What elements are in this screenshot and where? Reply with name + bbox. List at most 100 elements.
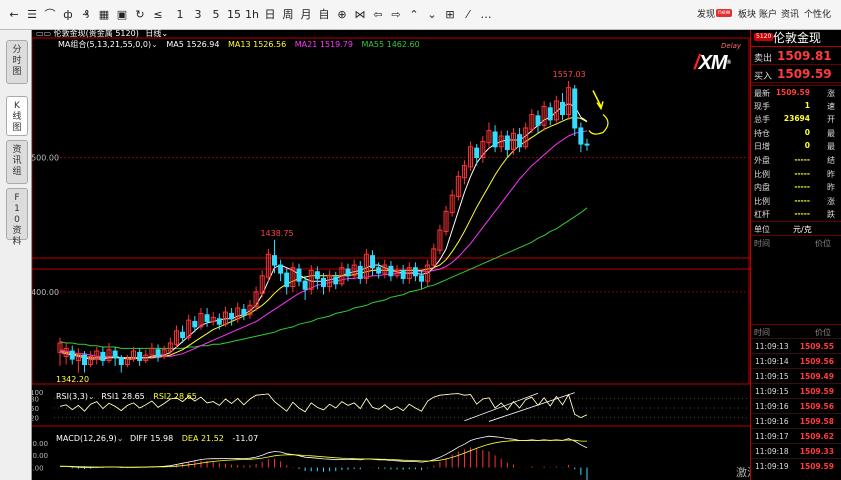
tick-price: 1509.55 [799,342,834,351]
period-button-8[interactable]: 自 [316,8,332,22]
expand-up-icon[interactable]: ⌃ [406,8,422,22]
back-arrow-icon[interactable]: ← [6,8,22,22]
rsi2-value: RSI2 28.65 [153,392,197,401]
xm-logo: /XM® [694,52,731,74]
tick-time: 11:09:16 [755,402,789,411]
candle-body [100,351,106,361]
personalize-link[interactable]: 个性化 [804,9,831,21]
refresh-icon[interactable]: ↻ [132,8,148,22]
time-price-header: 时间 价位 [751,324,841,338]
ma21-value: MA21 1519.79 [294,40,353,49]
tick-price: 1509.58 [799,417,834,426]
rsi-legend: RSI(3,3)⌄ RSI1 28.65 RSI2 28.65 [56,392,197,402]
quote-row: 比例 ----- 涨 [751,194,841,208]
candle-body [376,267,382,274]
rsi-level-label: 20 [32,415,39,423]
collapse-down-icon[interactable]: ⌄ [424,8,440,22]
chevron-down-icon[interactable]: ⌄ [151,40,158,49]
period-button-6[interactable]: 周 [280,8,296,22]
left-tab-3[interactable]: F10资料 [6,188,28,247]
sector-link[interactable]: 板块 [738,9,756,21]
left-tab-1[interactable]: K线图 [6,96,28,136]
ma-combo-label[interactable]: MA组合(5,13,21,55,0,0) [58,40,151,49]
chevron-down-icon[interactable]: ⌄ [161,29,168,38]
candle-body [155,349,161,357]
zoom-fit-icon[interactable]: ⋈ [352,8,368,22]
tick-price: 1509.56 [799,357,834,366]
diff-value: DIFF 15.98 [130,434,174,443]
candle-body [278,264,284,274]
candle-body [82,354,88,365]
period-button-3[interactable]: 15 [226,8,242,22]
ma21-line [59,130,588,359]
ma55-value: MA55 1462.60 [361,40,420,49]
tick-row: 11:09:15 1509.49 [751,368,841,383]
candle-body [112,350,118,359]
news-link[interactable]: 资讯 [781,9,799,21]
quote-row-value: ----- [794,195,810,205]
chart-header[interactable]: ▭▭ 伦敦金现(贵金属 5120) 日线⌄ [36,29,168,39]
rsi-label[interactable]: RSI(3,3) [56,392,88,401]
left-tab-label: 分时图 [12,45,22,77]
sell-label: 卖出 [754,54,773,64]
bar-chart-icon[interactable]: ф [60,8,76,22]
quote-row-label: 现手 [754,101,770,111]
chart-period[interactable]: 日线 [145,29,161,38]
discover-link[interactable]: 发现 new [697,9,733,21]
chevron-down-icon[interactable]: ⌄ [88,392,95,401]
period-button-1[interactable]: 3 [190,8,206,22]
quote-row-label: 总手 [754,115,770,125]
left-tab-2[interactable]: 资讯组 [6,140,28,184]
scroll-right-icon[interactable]: ⇨ [388,8,404,22]
panel-icon[interactable]: ▣ [114,8,130,22]
candle-body [204,314,210,322]
tick-price: 1509.59 [799,387,834,396]
candle-body [296,268,302,282]
more-icon[interactable]: … [478,8,494,22]
macd-label[interactable]: MACD(12,26,9) [56,434,117,443]
candle-body [284,272,290,288]
tick-time: 11:09:18 [755,447,789,456]
candle-body [572,88,578,129]
period-button-5[interactable]: 日 [262,8,278,22]
candle-body [69,350,75,360]
period-button-4[interactable]: 1h [244,8,260,22]
rsi-level-label: 50 [32,405,39,413]
discover-label: 发现 [697,10,716,20]
candle-chart-icon[interactable]: ₰ [78,8,94,22]
layout-icon[interactable]: ⊞ [442,8,458,22]
list-icon[interactable]: ☰ [24,8,40,22]
quote-row-value: ----- [794,168,810,178]
period-button-0[interactable]: 1 [172,8,188,22]
price-header: 价位 [815,328,831,337]
buy-label: 买入 [754,72,773,82]
sell-price-box[interactable]: 卖出 1509.81 [751,48,841,65]
candle-body [559,101,565,116]
tick-price: 1509.62 [799,432,834,441]
dea-line [60,439,587,468]
table-icon[interactable]: ▦ [96,8,112,22]
delay-label: Delay [721,42,742,50]
period-button-7[interactable]: 月 [298,8,314,22]
line-chart-icon[interactable]: ⌒ [42,8,58,22]
candle-body [357,265,363,279]
chart-area[interactable]: 1500.00 1400.00 1557.03 1438.75 1342.20 1 0 0 80… [32,29,811,480]
zoom-in-icon[interactable]: ⊕ [334,8,350,22]
quote-row-value: 0 [804,127,810,137]
tick-time: 11:09:13 [755,342,789,351]
account-link[interactable]: 账户 [759,9,777,21]
quote-row-value: 1509.59 [775,88,810,97]
chevron-down-icon[interactable]: ⌄ [117,434,124,443]
quote-row-right-label: 速 [827,101,835,111]
left-tab-0[interactable]: 分时图 [6,40,28,84]
new-badge: new [716,9,733,17]
pen-icon[interactable]: ⁄ [460,8,476,22]
quote-row-label: 比例 [754,169,770,179]
candle-body [517,134,523,148]
ma13-value: MA13 1526.56 [228,40,287,49]
period-button-2[interactable]: 5 [208,8,224,22]
buy-price-box[interactable]: 买入 1509.59 [751,66,841,83]
quote-row-label: 日增 [754,142,770,152]
draw-line-icon[interactable]: ≤ [150,8,166,22]
scroll-left-icon[interactable]: ⇦ [370,8,386,22]
